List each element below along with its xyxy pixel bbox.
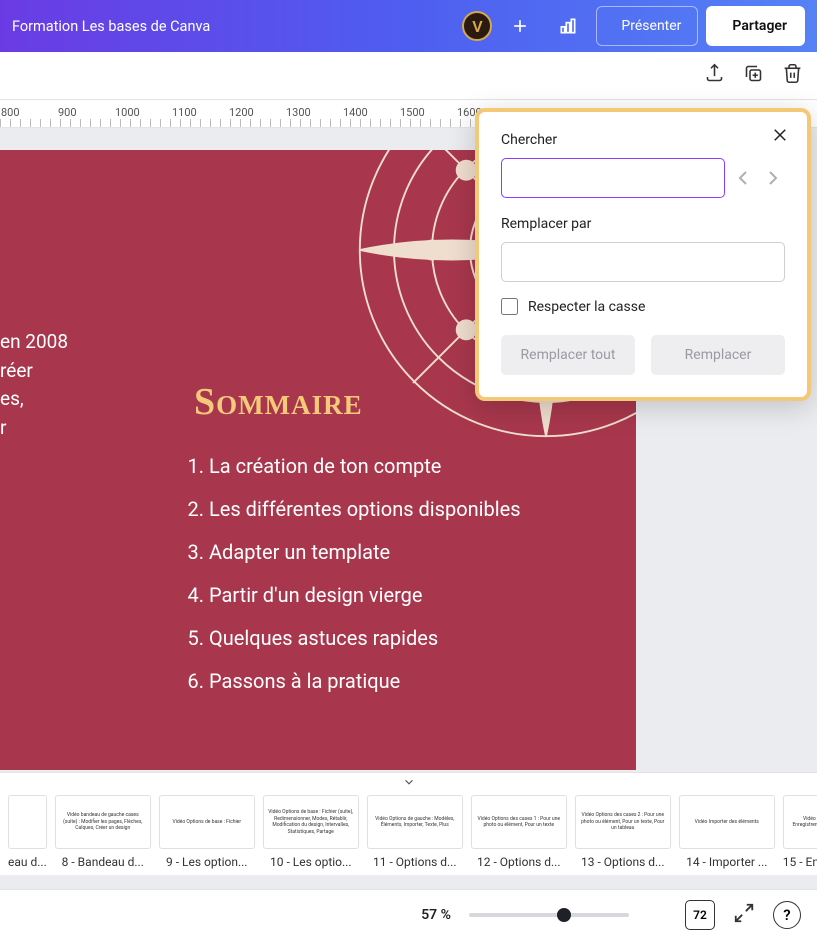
fullscreen-button[interactable] xyxy=(733,902,755,928)
search-input[interactable] xyxy=(501,158,725,198)
share-label: Partager xyxy=(732,18,787,34)
ruler-mark: 800 xyxy=(1,106,20,119)
document-title[interactable]: Formation Les bases de Canva xyxy=(12,18,454,35)
find-replace-panel: Chercher Remplacer par Respecter la cass… xyxy=(475,108,811,401)
search-label: Chercher xyxy=(501,132,785,148)
thumbnail[interactable]: Vidéo Options de base : Fichier9 - Les o… xyxy=(159,795,255,869)
ruler-mark: 1000 xyxy=(115,106,140,119)
slide-left-text[interactable]: en 2008 réer es, r xyxy=(0,328,68,442)
list-item[interactable]: Partir d'un design vierge xyxy=(209,575,521,616)
thumbnail[interactable]: eau d... xyxy=(8,795,47,869)
top-bar: Formation Les bases de Canva V Présenter… xyxy=(0,0,817,52)
list-item[interactable]: Passons à la pratique xyxy=(209,661,521,702)
export-button[interactable] xyxy=(704,63,725,88)
present-button[interactable]: Présenter xyxy=(596,6,698,46)
ruler-mark: 1500 xyxy=(400,106,425,119)
replace-all-button[interactable]: Remplacer tout xyxy=(501,335,635,375)
delete-page-button[interactable] xyxy=(782,63,803,88)
analytics-button[interactable] xyxy=(548,6,588,46)
thumbnail[interactable]: Vidéo Enregistrement15 - Enreg xyxy=(783,795,817,869)
ruler-mark: 1300 xyxy=(286,106,311,119)
thumbnail[interactable]: Vidéo Importer des éléments14 - Importer… xyxy=(679,795,775,869)
thumbnail[interactable]: Vidéo Options de base : Fichier (suite),… xyxy=(263,795,359,869)
next-match-button[interactable] xyxy=(761,166,785,190)
ruler-mark: 1200 xyxy=(229,106,254,119)
ruler-mark: 1100 xyxy=(172,106,197,119)
slide-title[interactable]: Sommaire xyxy=(194,380,363,424)
thumbnail[interactable]: Vidéo Options de gauche : Modèles, Éléme… xyxy=(367,795,463,869)
help-button[interactable]: ? xyxy=(773,901,801,929)
match-case-label: Respecter la casse xyxy=(528,299,645,315)
pages-count-button[interactable]: 72 xyxy=(685,900,715,930)
list-item[interactable]: Adapter un template xyxy=(209,532,521,573)
replace-input[interactable] xyxy=(501,242,785,282)
share-button[interactable]: Partager xyxy=(706,6,805,46)
thumbnail[interactable]: Vidéo Options des cases 2 : Pour une pho… xyxy=(575,795,671,869)
close-button[interactable] xyxy=(771,126,789,148)
replace-button[interactable]: Remplacer xyxy=(651,335,785,375)
duplicate-page-button[interactable] xyxy=(743,63,764,88)
prev-match-button[interactable] xyxy=(731,166,755,190)
thumbnail[interactable]: Vidéo Options des cases 1 : Pour une pho… xyxy=(471,795,567,869)
slide-list[interactable]: La création de ton compte Les différente… xyxy=(209,446,521,704)
avatar[interactable]: V xyxy=(462,11,492,41)
zoom-level[interactable]: 57 % xyxy=(421,907,451,923)
replace-label: Remplacer par xyxy=(501,216,785,232)
add-collaborator-button[interactable] xyxy=(500,6,540,46)
list-item[interactable]: La création de ton compte xyxy=(209,446,521,487)
ruler-mark: 900 xyxy=(58,106,77,119)
bottom-bar: 57 % 72 ? xyxy=(0,889,817,939)
thumbnail-strip: eau d... Vidéo bandeau de gauche cases (… xyxy=(0,772,817,875)
ruler-mark: 1400 xyxy=(343,106,368,119)
list-item[interactable]: Quelques astuces rapides xyxy=(209,618,521,659)
match-case-checkbox[interactable] xyxy=(501,298,518,315)
collapse-thumbnails-button[interactable] xyxy=(0,773,817,791)
zoom-slider[interactable] xyxy=(469,913,629,917)
thumbnail[interactable]: Vidéo bandeau de gauche cases (suite) : … xyxy=(55,795,151,869)
list-item[interactable]: Les différentes options disponibles xyxy=(209,489,521,530)
zoom-slider-thumb[interactable] xyxy=(557,908,571,922)
present-label: Présenter xyxy=(621,18,681,34)
secondary-toolbar xyxy=(0,52,817,100)
